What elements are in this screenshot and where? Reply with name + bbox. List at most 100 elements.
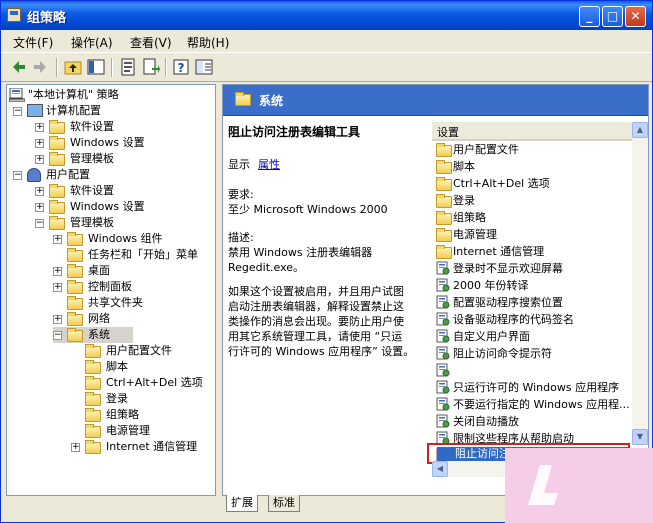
folder-open-icon bbox=[235, 92, 251, 106]
user-icon bbox=[27, 168, 41, 182]
help-icon[interactable]: ? bbox=[172, 58, 190, 76]
scroll-left-icon[interactable]: ◀ bbox=[432, 461, 448, 477]
settings-list-item[interactable]: 只运行许可的 Windows 应用程序 bbox=[435, 379, 631, 396]
policy-setting-icon bbox=[436, 312, 450, 326]
show-hide-tree-icon[interactable] bbox=[87, 58, 105, 76]
menu-view[interactable]: 查看(V) bbox=[130, 34, 172, 51]
tree-label: 网络 bbox=[88, 312, 110, 325]
tab-extended[interactable]: 扩展 bbox=[226, 495, 258, 512]
folder-icon bbox=[436, 194, 452, 208]
settings-list-item[interactable]: 电源管理 bbox=[435, 226, 631, 243]
folder-icon bbox=[85, 376, 101, 390]
settings-list-label: 关闭自动播放 bbox=[453, 415, 519, 428]
watermark-logo bbox=[528, 465, 558, 505]
folder-icon bbox=[67, 296, 83, 310]
folder-icon bbox=[49, 120, 65, 134]
tree-label: 组策略 bbox=[106, 408, 139, 421]
expand-icon[interactable]: + bbox=[35, 155, 44, 164]
settings-list-item[interactable]: 2000 年份转译 bbox=[435, 277, 631, 294]
collapse-icon[interactable]: − bbox=[13, 171, 22, 180]
policy-setting-icon bbox=[436, 346, 450, 360]
description-line: Regedit.exe。 bbox=[228, 261, 305, 274]
details-line: 启动注册表编辑器，解释设置禁止这 bbox=[228, 300, 404, 313]
collapse-icon[interactable]: − bbox=[53, 331, 62, 340]
expand-icon[interactable]: + bbox=[35, 123, 44, 132]
settings-list-item[interactable]: 阻止访问命令提示符 bbox=[435, 345, 631, 362]
tree-label: Windows 组件 bbox=[88, 232, 163, 245]
settings-list-label: 设备驱动程序的代码签名 bbox=[453, 313, 574, 326]
expand-icon[interactable]: + bbox=[35, 139, 44, 148]
tree-label: 计算机配置 bbox=[46, 104, 101, 117]
collapse-icon[interactable]: − bbox=[13, 107, 22, 116]
scroll-up-icon[interactable]: ▲ bbox=[632, 122, 648, 138]
expand-icon[interactable]: + bbox=[53, 283, 62, 292]
folder-icon bbox=[85, 344, 101, 358]
menu-file[interactable]: 文件(F) bbox=[13, 34, 53, 51]
settings-list-item[interactable]: 配置驱动程序搜索位置 bbox=[435, 294, 631, 311]
settings-list-item[interactable]: 用户配置文件 bbox=[435, 141, 631, 158]
details-line: 用其它系统管理工具，请使用 “只运 bbox=[228, 330, 403, 343]
settings-list-item[interactable]: Internet 通信管理 bbox=[435, 243, 631, 260]
settings-list-item[interactable]: 登录 bbox=[435, 192, 631, 209]
tree-label: 用户配置 bbox=[46, 168, 90, 181]
settings-list-item[interactable]: 设备驱动程序的代码签名 bbox=[435, 311, 631, 328]
settings-list-item[interactable]: 自定义用户界面 bbox=[435, 328, 631, 345]
folder-icon bbox=[49, 136, 65, 150]
forward-icon[interactable] bbox=[31, 58, 49, 76]
settings-column-header[interactable]: 设置 bbox=[432, 122, 632, 141]
details-line: 行许可的 Windows 应用程序” 设置。 bbox=[228, 345, 415, 358]
tree-label: Internet 通信管理 bbox=[106, 440, 198, 453]
properties-link[interactable]: 属性 bbox=[258, 157, 280, 172]
expand-icon[interactable]: + bbox=[71, 443, 80, 452]
folder-icon bbox=[67, 280, 83, 294]
policy-setting-icon bbox=[436, 397, 450, 411]
menu-bar: 文件(F) 操作(A) 查看(V) 帮助(H) bbox=[1, 30, 652, 53]
scroll-down-icon[interactable]: ▼ bbox=[632, 429, 648, 445]
settings-list-label: 用户配置文件 bbox=[453, 143, 519, 156]
folder-icon bbox=[436, 177, 452, 191]
close-button[interactable]: ✕ bbox=[625, 6, 646, 27]
settings-list-item[interactable]: 组策略 bbox=[435, 209, 631, 226]
tree-label: 管理模板 bbox=[70, 216, 114, 229]
tree-label: Windows 设置 bbox=[70, 200, 145, 213]
expand-icon[interactable]: + bbox=[53, 267, 62, 276]
menu-help[interactable]: 帮助(H) bbox=[187, 34, 229, 51]
export-list-icon[interactable] bbox=[142, 58, 160, 76]
back-icon[interactable] bbox=[10, 58, 28, 76]
settings-list-label: 脚本 bbox=[453, 160, 475, 173]
expand-icon[interactable]: + bbox=[53, 315, 62, 324]
expand-icon[interactable]: + bbox=[35, 187, 44, 196]
properties-icon[interactable] bbox=[119, 58, 137, 76]
minimize-button[interactable]: _ bbox=[579, 6, 600, 27]
computer-icon bbox=[27, 104, 43, 117]
settings-list-item[interactable]: 登录时不显示欢迎屏幕 bbox=[435, 260, 631, 277]
details-header-title: 系统 bbox=[259, 94, 284, 108]
extended-view-icon[interactable] bbox=[195, 58, 213, 76]
svg-text:?: ? bbox=[178, 61, 185, 75]
policy-tree[interactable]: "本地计算机" 策略 − 计算机配置 + 软件设置 + Windows 设置 +… bbox=[6, 84, 216, 496]
maximize-button[interactable]: □ bbox=[602, 6, 623, 27]
settings-list[interactable]: 设置 用户配置文件 脚本 Ctrl+Alt+Del 选项 登录 组策略 电源管理 Inter… bbox=[432, 122, 632, 480]
tree-item-system[interactable]: − 系统 bbox=[53, 327, 133, 343]
expand-icon[interactable]: + bbox=[35, 203, 44, 212]
up-folder-icon[interactable] bbox=[64, 58, 82, 76]
settings-list-item[interactable]: 脚本 bbox=[435, 158, 631, 175]
settings-list-item[interactable]: 不要运行指定的 Windows 应用程... bbox=[435, 396, 631, 413]
tab-standard[interactable]: 标准 bbox=[268, 495, 300, 512]
settings-list-item[interactable]: Ctrl+Alt+Del 选项 bbox=[435, 175, 631, 192]
settings-list-item[interactable]: 关闭自动播放 bbox=[435, 413, 631, 430]
menu-action[interactable]: 操作(A) bbox=[71, 34, 113, 51]
tree-label: 软件设置 bbox=[70, 120, 114, 133]
toolbar-separator bbox=[111, 58, 113, 77]
settings-list-label: Internet 通信管理 bbox=[453, 245, 545, 258]
details-header: 系统 bbox=[223, 85, 648, 116]
tree-label: 系统 bbox=[88, 328, 110, 341]
expand-icon[interactable]: + bbox=[53, 235, 62, 244]
description-line: 禁用 Windows 注册表编辑器 bbox=[228, 246, 373, 259]
vertical-scrollbar[interactable]: ▲ ▼ bbox=[632, 122, 648, 445]
details-line: 类操作的消息会出现。要防止用户使 bbox=[228, 315, 404, 328]
collapse-icon[interactable]: − bbox=[35, 219, 44, 228]
tree-label: 桌面 bbox=[88, 264, 110, 277]
settings-list-item[interactable]: 阻止访问注册表编辑工具 bbox=[435, 362, 631, 379]
title-bar[interactable]: 组策略 _ □ ✕ bbox=[1, 1, 652, 30]
